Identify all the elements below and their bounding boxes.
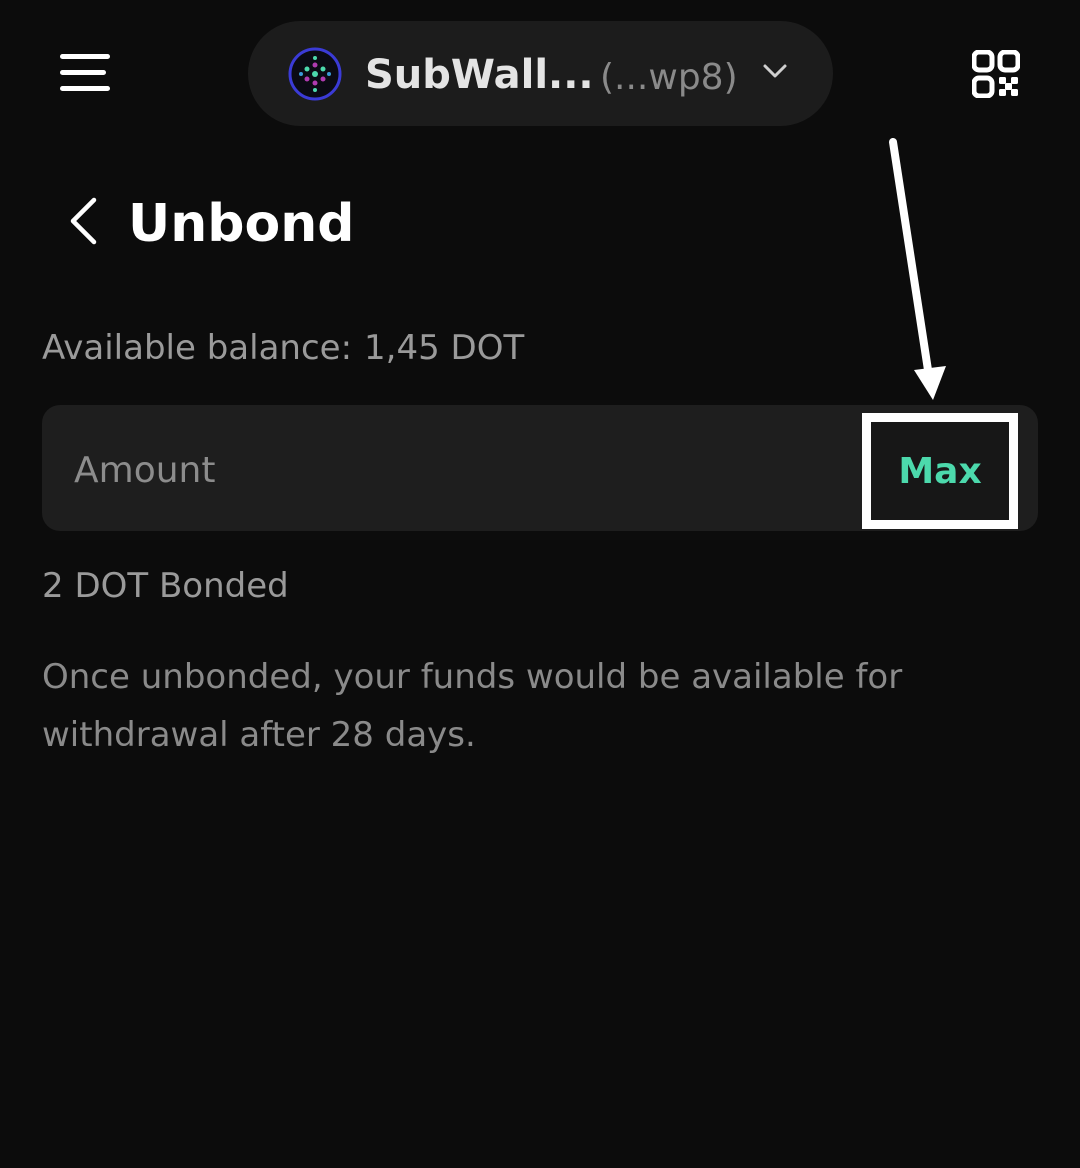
subwallet-logo-icon [288,47,342,101]
menu-button[interactable] [60,54,110,94]
account-address: (...wp8) [600,57,738,98]
available-balance-value: 1,45 DOT [364,328,525,368]
max-button[interactable]: Max [862,413,1018,529]
bonded-amount: 2 DOT Bonded [42,566,289,606]
page-title: Unbond [128,194,355,254]
account-name: SubWall... [365,52,594,98]
available-balance: Available balance: 1,45 DOT [42,326,524,370]
qr-code-icon[interactable] [972,50,1020,98]
chevron-down-icon [763,64,787,78]
account-selector[interactable]: SubWall... (...wp8) [248,21,833,126]
arrow-down-icon [889,138,946,400]
unbond-info-text: Once unbonded, your funds would be avail… [42,657,903,755]
available-balance-label: Available balance: [42,328,353,368]
amount-input[interactable] [72,441,836,499]
chevron-left-icon[interactable] [66,196,100,246]
